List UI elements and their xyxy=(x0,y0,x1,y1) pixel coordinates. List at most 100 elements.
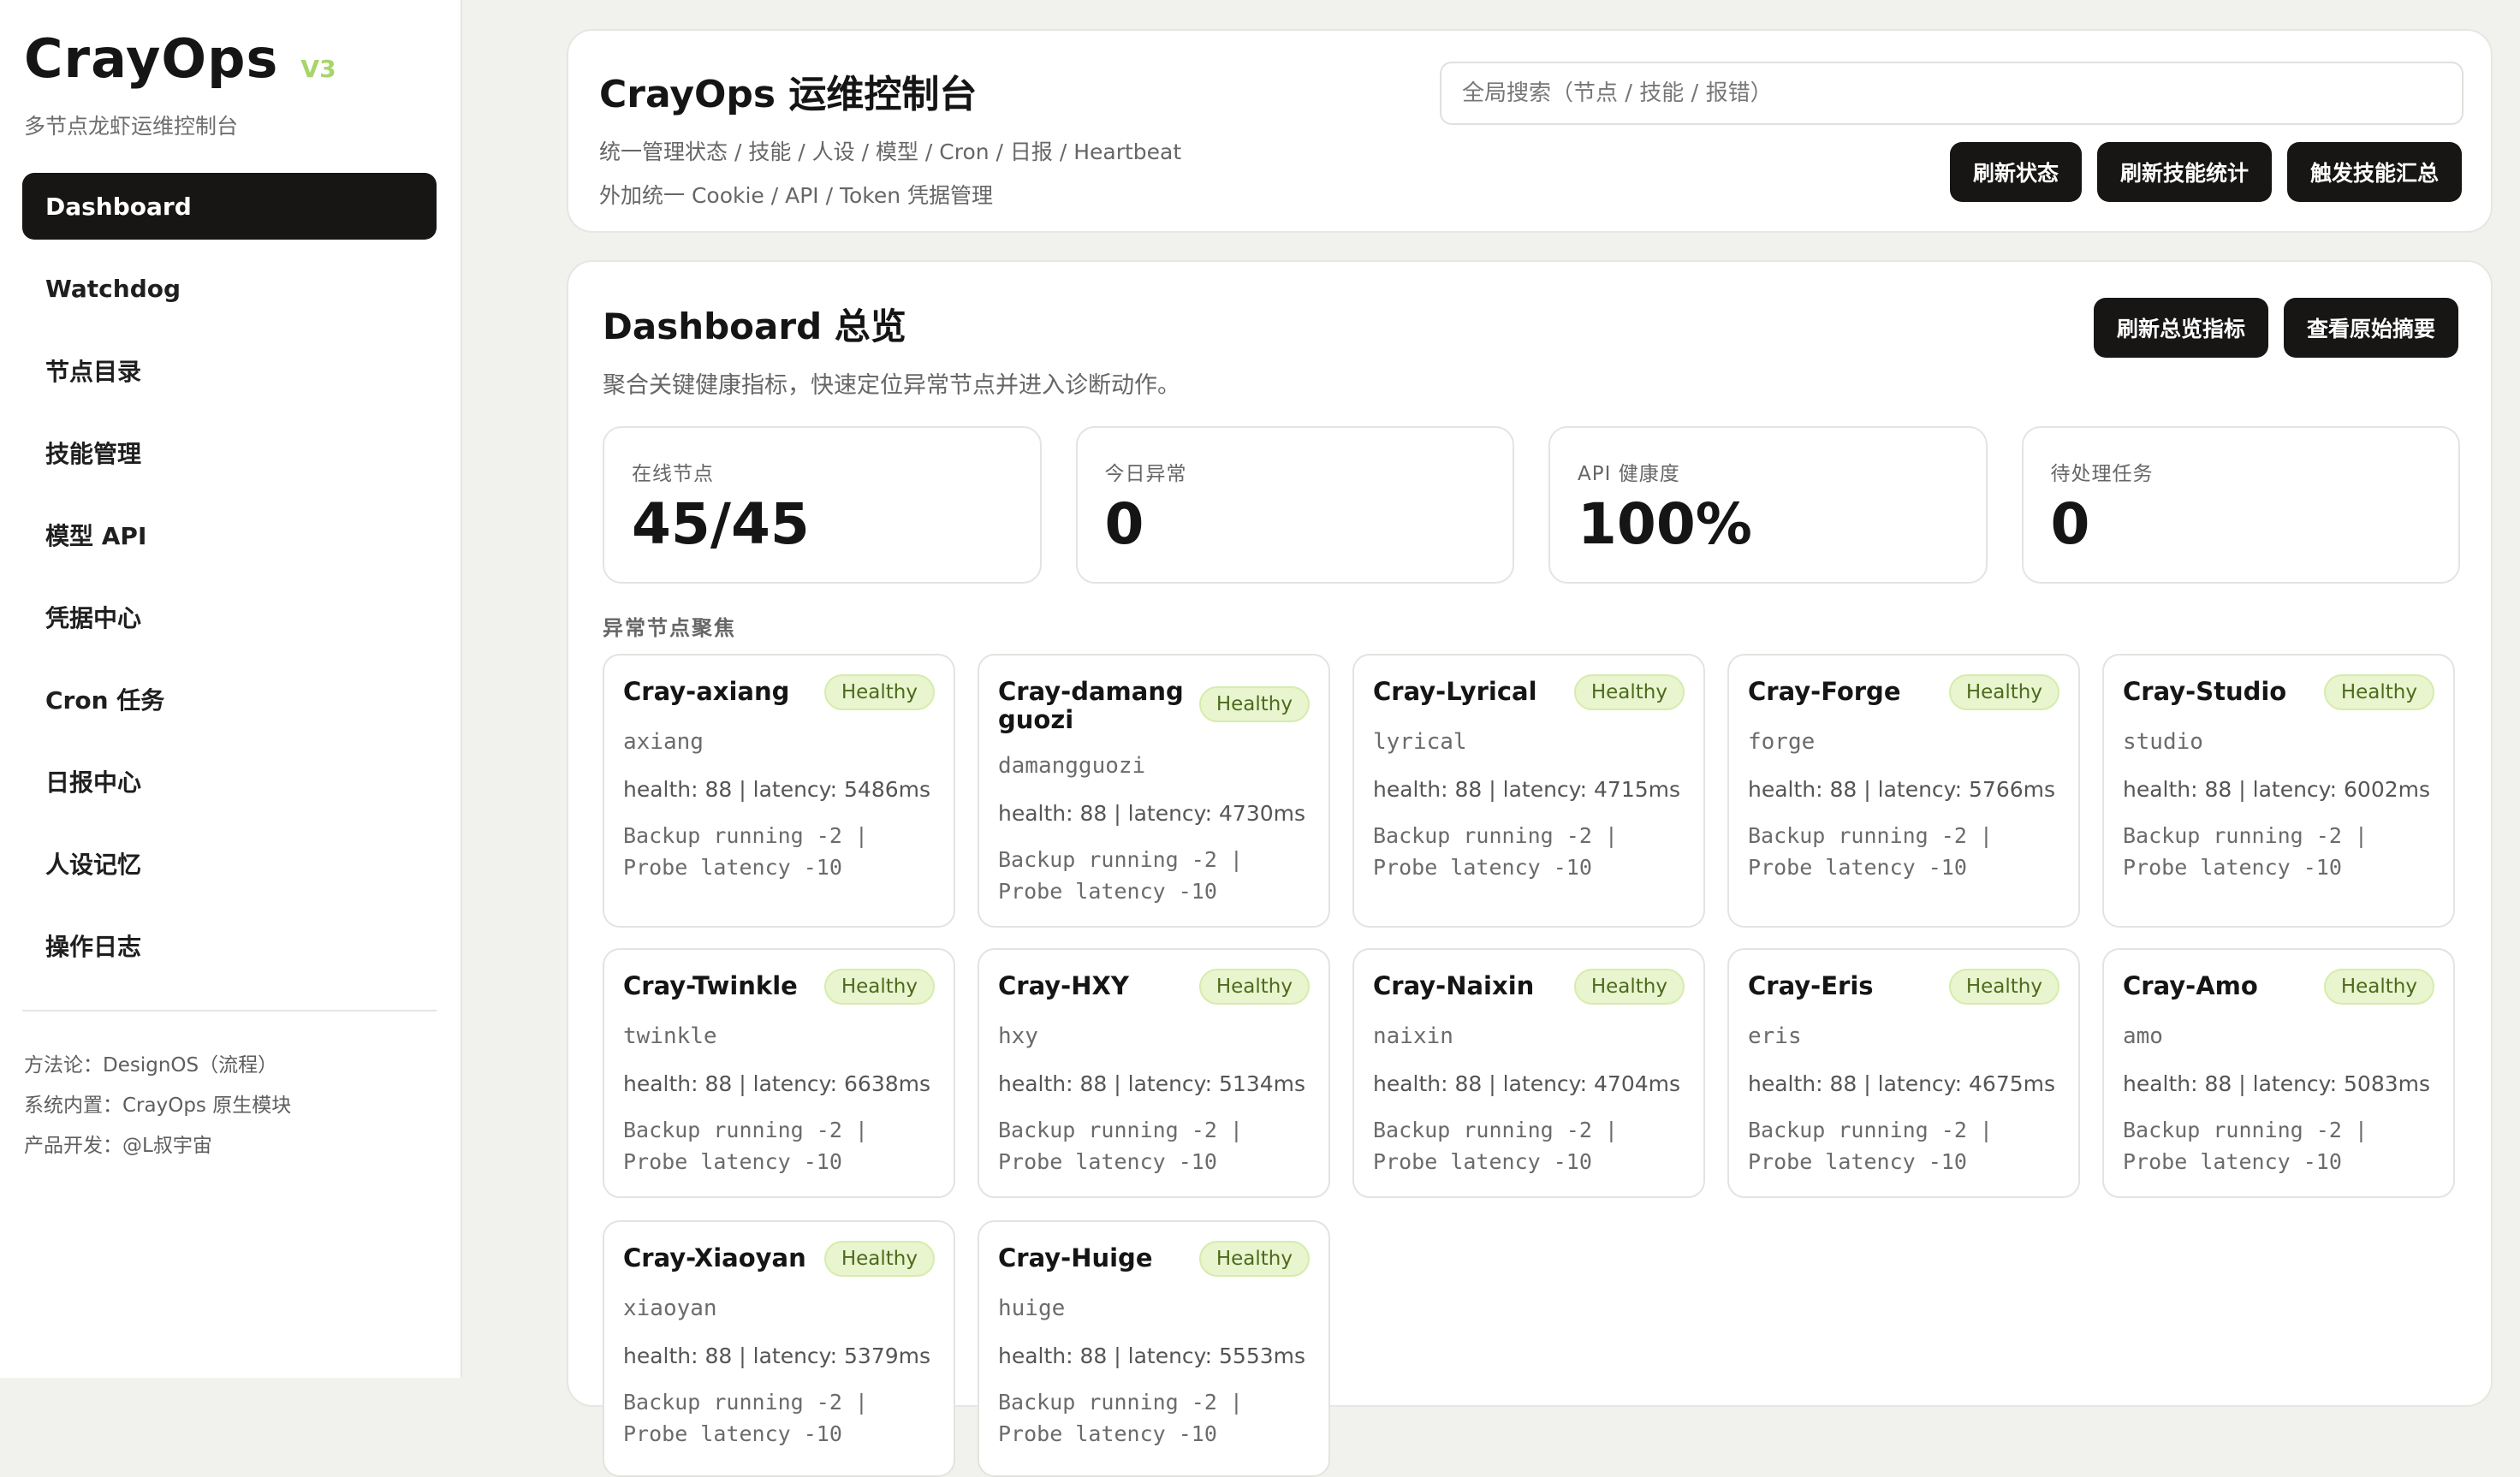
node-card[interactable]: Cray-damangguozi Healthy damangguozi health… xyxy=(978,654,1330,928)
node-note: Backup running -2 | Probe latency -10 xyxy=(623,1118,868,1174)
status-badge: Healthy xyxy=(1948,969,2059,1005)
node-card[interactable]: Cray-Huige Healthy huige health: 88 | laten… xyxy=(978,1220,1330,1477)
section-label-focus-nodes: 异常节点聚焦 xyxy=(603,616,736,640)
node-name: Cray-Forge xyxy=(1748,677,1901,706)
sidebar-item-node-directory[interactable]: 节点目录 xyxy=(22,337,437,404)
sidebar-item-model-api[interactable]: 模型 API xyxy=(22,501,437,568)
node-card[interactable]: Cray-axiang Healthy axiang health: 88 | lat… xyxy=(603,654,955,928)
status-badge: Healthy xyxy=(1948,674,2059,710)
node-card[interactable]: Cray-Xiaoyan Healthy xiaoyan health: 88 | l… xyxy=(603,1220,955,1477)
node-name: Cray-HXY xyxy=(998,971,1129,1000)
stat-label: 在线节点 xyxy=(632,463,714,485)
node-metric: health: 88 | latency: 5134ms xyxy=(998,1071,1306,1096)
node-name: Cray-damangguozi xyxy=(998,677,1184,734)
stat-label: API 健康度 xyxy=(1578,463,1680,485)
node-card[interactable]: Cray-Forge Healthy forge health: 88 | laten… xyxy=(1727,654,2080,928)
stat-pending-tasks: 待处理任务 0 xyxy=(2021,426,2460,584)
node-metric: health: 88 | latency: 5553ms xyxy=(998,1344,1306,1368)
dashboard-subtitle: 聚合关键健康指标，快速定位异常节点并进入诊断动作。 xyxy=(603,372,1180,399)
sidebar-item-skills[interactable]: 技能管理 xyxy=(22,419,437,486)
node-metric: health: 88 | latency: 4730ms xyxy=(998,801,1306,826)
node-name: Cray-Xiaoyan xyxy=(623,1243,806,1272)
brand-subtitle: 多节点龙虾运维控制台 xyxy=(24,114,239,139)
node-note: Backup running -2 | Probe latency -10 xyxy=(1373,823,1618,880)
node-card[interactable]: Cray-Studio Healthy studio health: 88 | lat… xyxy=(2102,654,2455,928)
node-id: hxy xyxy=(998,1023,1038,1049)
node-metric: health: 88 | latency: 6002ms xyxy=(2123,777,2431,802)
global-search-input[interactable] xyxy=(1440,62,2464,125)
header-desc-line1: 统一管理状态 / 技能 / 人设 / 模型 / Cron / 日报 / Hear… xyxy=(599,139,1182,164)
node-id: damangguozi xyxy=(998,753,1146,779)
node-name: Cray-Lyrical xyxy=(1373,677,1537,706)
sidebar-item-credentials[interactable]: 凭据中心 xyxy=(22,584,437,650)
stat-label: 今日异常 xyxy=(1104,463,1187,485)
refresh-status-button[interactable]: 刷新状态 xyxy=(1949,142,2082,202)
sidebar-item-daily-reports[interactable]: 日报中心 xyxy=(22,748,437,815)
node-note: Backup running -2 | Probe latency -10 xyxy=(998,1390,1243,1446)
node-metric: health: 88 | latency: 4704ms xyxy=(1373,1071,1681,1096)
node-metric: health: 88 | latency: 6638ms xyxy=(623,1071,931,1096)
refresh-overview-button[interactable]: 刷新总览指标 xyxy=(2093,298,2268,358)
status-badge: Healthy xyxy=(1573,674,1685,710)
node-card[interactable]: Cray-Lyrical Healthy lyrical health: 88 | l… xyxy=(1352,654,1705,928)
sidebar-item-cron[interactable]: Cron 任务 xyxy=(22,666,437,733)
stat-online-nodes: 在线节点 45/45 xyxy=(603,426,1042,584)
header-desc-line2: 外加统一 Cookie / API / Token 凭据管理 xyxy=(599,183,994,208)
sidebar: CrayOps V3 多节点龙虾运维控制台 Dashboard Watchdog… xyxy=(0,0,462,1378)
stats-row: 在线节点 45/45 今日异常 0 API 健康度 100% 待处理任务 0 xyxy=(603,426,2460,584)
stat-api-health: API 健康度 100% xyxy=(1548,426,1988,584)
header-actions: 刷新状态 刷新技能统计 触发技能汇总 xyxy=(1949,142,2462,202)
node-note: Backup running -2 | Probe latency -10 xyxy=(1373,1118,1618,1174)
node-note: Backup running -2 | Probe latency -10 xyxy=(623,1390,868,1446)
page-title: CrayOps 运维控制台 xyxy=(599,73,978,116)
stat-value: 45/45 xyxy=(632,491,810,557)
node-card[interactable]: Cray-Amo Healthy amo health: 88 | latency: … xyxy=(2102,948,2455,1198)
node-id: eris xyxy=(1748,1023,1802,1049)
status-badge: Healthy xyxy=(823,1241,935,1277)
sidebar-nav: Dashboard Watchdog 节点目录 技能管理 模型 API 凭据中心… xyxy=(22,173,437,994)
sidebar-item-watchdog[interactable]: Watchdog xyxy=(22,255,437,322)
node-id: xiaoyan xyxy=(623,1296,717,1321)
status-badge: Healthy xyxy=(1573,969,1685,1005)
node-metric: health: 88 | latency: 4715ms xyxy=(1373,777,1681,802)
sidebar-item-dashboard[interactable]: Dashboard xyxy=(22,173,437,240)
status-badge: Healthy xyxy=(2323,969,2434,1005)
refresh-skill-stats-button[interactable]: 刷新技能统计 xyxy=(2096,142,2272,202)
node-name: Cray-Naixin xyxy=(1373,971,1535,1000)
status-badge: Healthy xyxy=(1198,1241,1310,1277)
node-id: forge xyxy=(1748,729,1816,755)
stat-label: 待处理任务 xyxy=(2050,463,2154,485)
node-id: naixin xyxy=(1373,1023,1453,1049)
node-card[interactable]: Cray-Eris Healthy eris health: 88 | latency… xyxy=(1727,948,2080,1198)
trigger-skill-summary-button[interactable]: 触发技能汇总 xyxy=(2286,142,2462,202)
node-name: Cray-Amo xyxy=(2123,971,2258,1000)
sidebar-item-persona-memory[interactable]: 人设记忆 xyxy=(22,830,437,897)
status-badge: Healthy xyxy=(1198,686,1310,722)
node-name: Cray-axiang xyxy=(623,677,790,706)
node-id: studio xyxy=(2123,729,2203,755)
footer-developer: 产品开发：@L叔宇宙 xyxy=(24,1135,212,1157)
node-id: axiang xyxy=(623,729,704,755)
sidebar-divider xyxy=(22,1010,437,1011)
stat-value: 100% xyxy=(1578,491,1752,557)
node-metric: health: 88 | latency: 5083ms xyxy=(2123,1071,2431,1096)
node-id: twinkle xyxy=(623,1023,717,1049)
version-badge: V3 xyxy=(300,55,336,83)
sidebar-item-operation-log[interactable]: 操作日志 xyxy=(22,912,437,979)
footer-builtin: 系统内置：CrayOps 原生模块 xyxy=(24,1094,292,1117)
node-id: amo xyxy=(2123,1023,2163,1049)
footer-method: 方法论：DesignOS（流程） xyxy=(24,1054,278,1077)
node-note: Backup running -2 | Probe latency -10 xyxy=(998,847,1243,904)
node-note: Backup running -2 | Probe latency -10 xyxy=(623,823,868,880)
node-id: huige xyxy=(998,1296,1066,1321)
node-card[interactable]: Cray-Naixin Healthy naixin health: 88 | lat… xyxy=(1352,948,1705,1198)
node-name: Cray-Huige xyxy=(998,1243,1153,1272)
node-card[interactable]: Cray-Twinkle Healthy twinkle health: 88 | l… xyxy=(603,948,955,1198)
sidebar-footer: 方法论：DesignOS（流程） 系统内置：CrayOps 原生模块 产品开发：… xyxy=(24,1046,291,1166)
node-card[interactable]: Cray-HXY Healthy hxy health: 88 | latency: … xyxy=(978,948,1330,1198)
stat-value: 0 xyxy=(1104,491,1144,557)
stat-today-anomalies: 今日异常 0 xyxy=(1075,426,1514,584)
node-metric: health: 88 | latency: 5379ms xyxy=(623,1344,931,1368)
view-raw-summary-button[interactable]: 查看原始摘要 xyxy=(2283,298,2458,358)
status-badge: Healthy xyxy=(2323,674,2434,710)
